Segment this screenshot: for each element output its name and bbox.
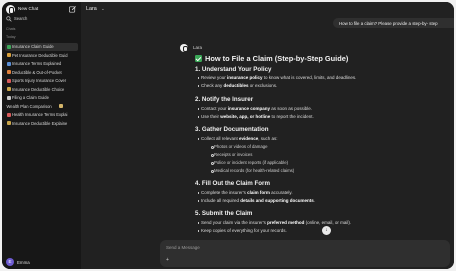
sidebar-chat-item[interactable]: Filing a Claim Guide [5,94,78,102]
sidebar: New Chat Search Chats Today Insurance Cl… [2,2,81,269]
chat-emoji-icon [6,70,11,75]
step-heading: 1. Understand Your Policy [195,66,272,73]
list-item: Send your claim via the insurer's prefer… [197,220,352,225]
response-title: How to File a Claim (Step-by-Step Guide) [205,54,349,63]
user-message-bubble: How to file a claim? Please provide a st… [333,18,454,28]
chats-section-label: Chats [6,27,16,31]
sidebar-chat-item[interactable]: Insurance Terms Explained [5,60,78,68]
list-item: Include all required details and support… [197,198,316,203]
assistant-avatar-icon [180,44,188,52]
new-chat-edit-icon[interactable] [68,5,77,14]
sidebar-item-label: Insurance Deductible Choice [12,86,65,92]
chat-emoji-icon [6,61,11,66]
sidebar-item-label: Insurance Terms Explained [12,61,62,67]
sidebar-chat-item[interactable]: Deductible & Out-of-Pocket [5,69,78,77]
sidebar-chat-item[interactable]: Wealth Plan Comparison [5,103,78,111]
user-message-text: How to file a claim? Please provide a st… [339,20,438,26]
assistant-name: Lara [193,45,203,50]
list-item: Complete the insurer's claim form accura… [197,190,293,195]
sidebar-item-label: Pet Insurance Deductible Guid [12,52,68,58]
list-item: Check any deductibles or exclusions. [197,83,278,88]
step-heading: 2. Notify the Insurer [195,96,254,103]
chat-emoji-icon [6,95,11,100]
avatar: E [6,258,14,266]
sub-list-item: Police or incident reports (if applicabl… [210,160,289,166]
sidebar-chat-item[interactable]: Health Insurance Terms Explai [5,111,78,119]
sidebar-item-label: Filing a Claim Guide [12,95,49,101]
sidebar-item-label: Deductible & Out-of-Pocket [12,69,62,75]
list-item: Use their website, app, or hotline to re… [197,114,314,119]
message-input[interactable]: Send a Message [166,245,200,250]
plus-icon[interactable]: + [166,257,169,263]
sidebar-chat-item[interactable]: Insurance Deductible Explaine [5,120,78,128]
app-window: New Chat Search Chats Today Insurance Cl… [2,2,454,269]
chat-emoji-icon [6,87,11,92]
check-mark-icon [195,55,202,62]
search-label: Search [14,16,28,21]
main-chat-area: Lara ⌄ How to file a claim? Please provi… [81,2,454,269]
sidebar-item-label: Sports Injury Insurance Cover [12,78,67,84]
sidebar-chat-item[interactable]: Pet Insurance Deductible Guid [5,52,78,60]
list-item: Contact your insurance company as soon a… [197,106,313,111]
step-heading: 3. Gather Documentation [195,126,269,133]
step-heading: 4. Fill Out the Claim Form [195,180,270,187]
scroll-down-button[interactable]: ↓ [322,226,331,235]
new-chat-label[interactable]: New Chat [18,6,38,11]
user-profile[interactable]: E Emma [5,257,78,267]
chat-emoji-icon [6,121,11,126]
sidebar-item-label: Health Insurance Terms Explai [12,112,68,118]
sidebar-item-label: Insurance Claim Guide [12,44,54,50]
chevron-down-icon[interactable]: ⌄ [101,6,105,12]
search-icon [6,16,12,22]
sidebar-chat-item[interactable]: Sports Injury Insurance Cover [5,77,78,85]
sub-list-item: Medical records (for health-related clai… [210,168,295,174]
chat-emoji-icon [6,112,11,117]
list-item: Collect all relevant evidence, such as: [197,136,278,141]
user-name: Emma [17,259,30,265]
sidebar-item-label: Wealth Plan Comparison [6,103,52,109]
message-composer[interactable]: Send a Message + [160,240,450,267]
today-section-label: Today [6,35,16,39]
chat-emoji-icon [59,104,64,109]
list-item: Review your insurance policy to know wha… [197,75,357,80]
chat-emoji-icon [6,44,11,49]
sidebar-search[interactable]: Search [5,15,78,23]
app-logo-icon [6,5,15,14]
list-item: Keep copies of everything for your recor… [197,228,287,233]
model-selector[interactable]: Lara [86,6,97,12]
chat-emoji-icon [6,53,11,58]
sidebar-header: New Chat [2,2,81,16]
sub-list-item: Photos or videos of damage [210,144,268,150]
sub-list-item: Receipts or invoices [210,152,253,158]
sidebar-chat-item[interactable]: Insurance Deductible Choice [5,86,78,94]
sidebar-chat-item[interactable]: Insurance Claim Guide [5,43,78,51]
chat-emoji-icon [6,78,11,83]
sidebar-item-label: Insurance Deductible Explaine [12,120,68,126]
top-bar: Lara ⌄ [81,2,454,16]
step-heading: 5. Submit the Claim [195,210,253,217]
